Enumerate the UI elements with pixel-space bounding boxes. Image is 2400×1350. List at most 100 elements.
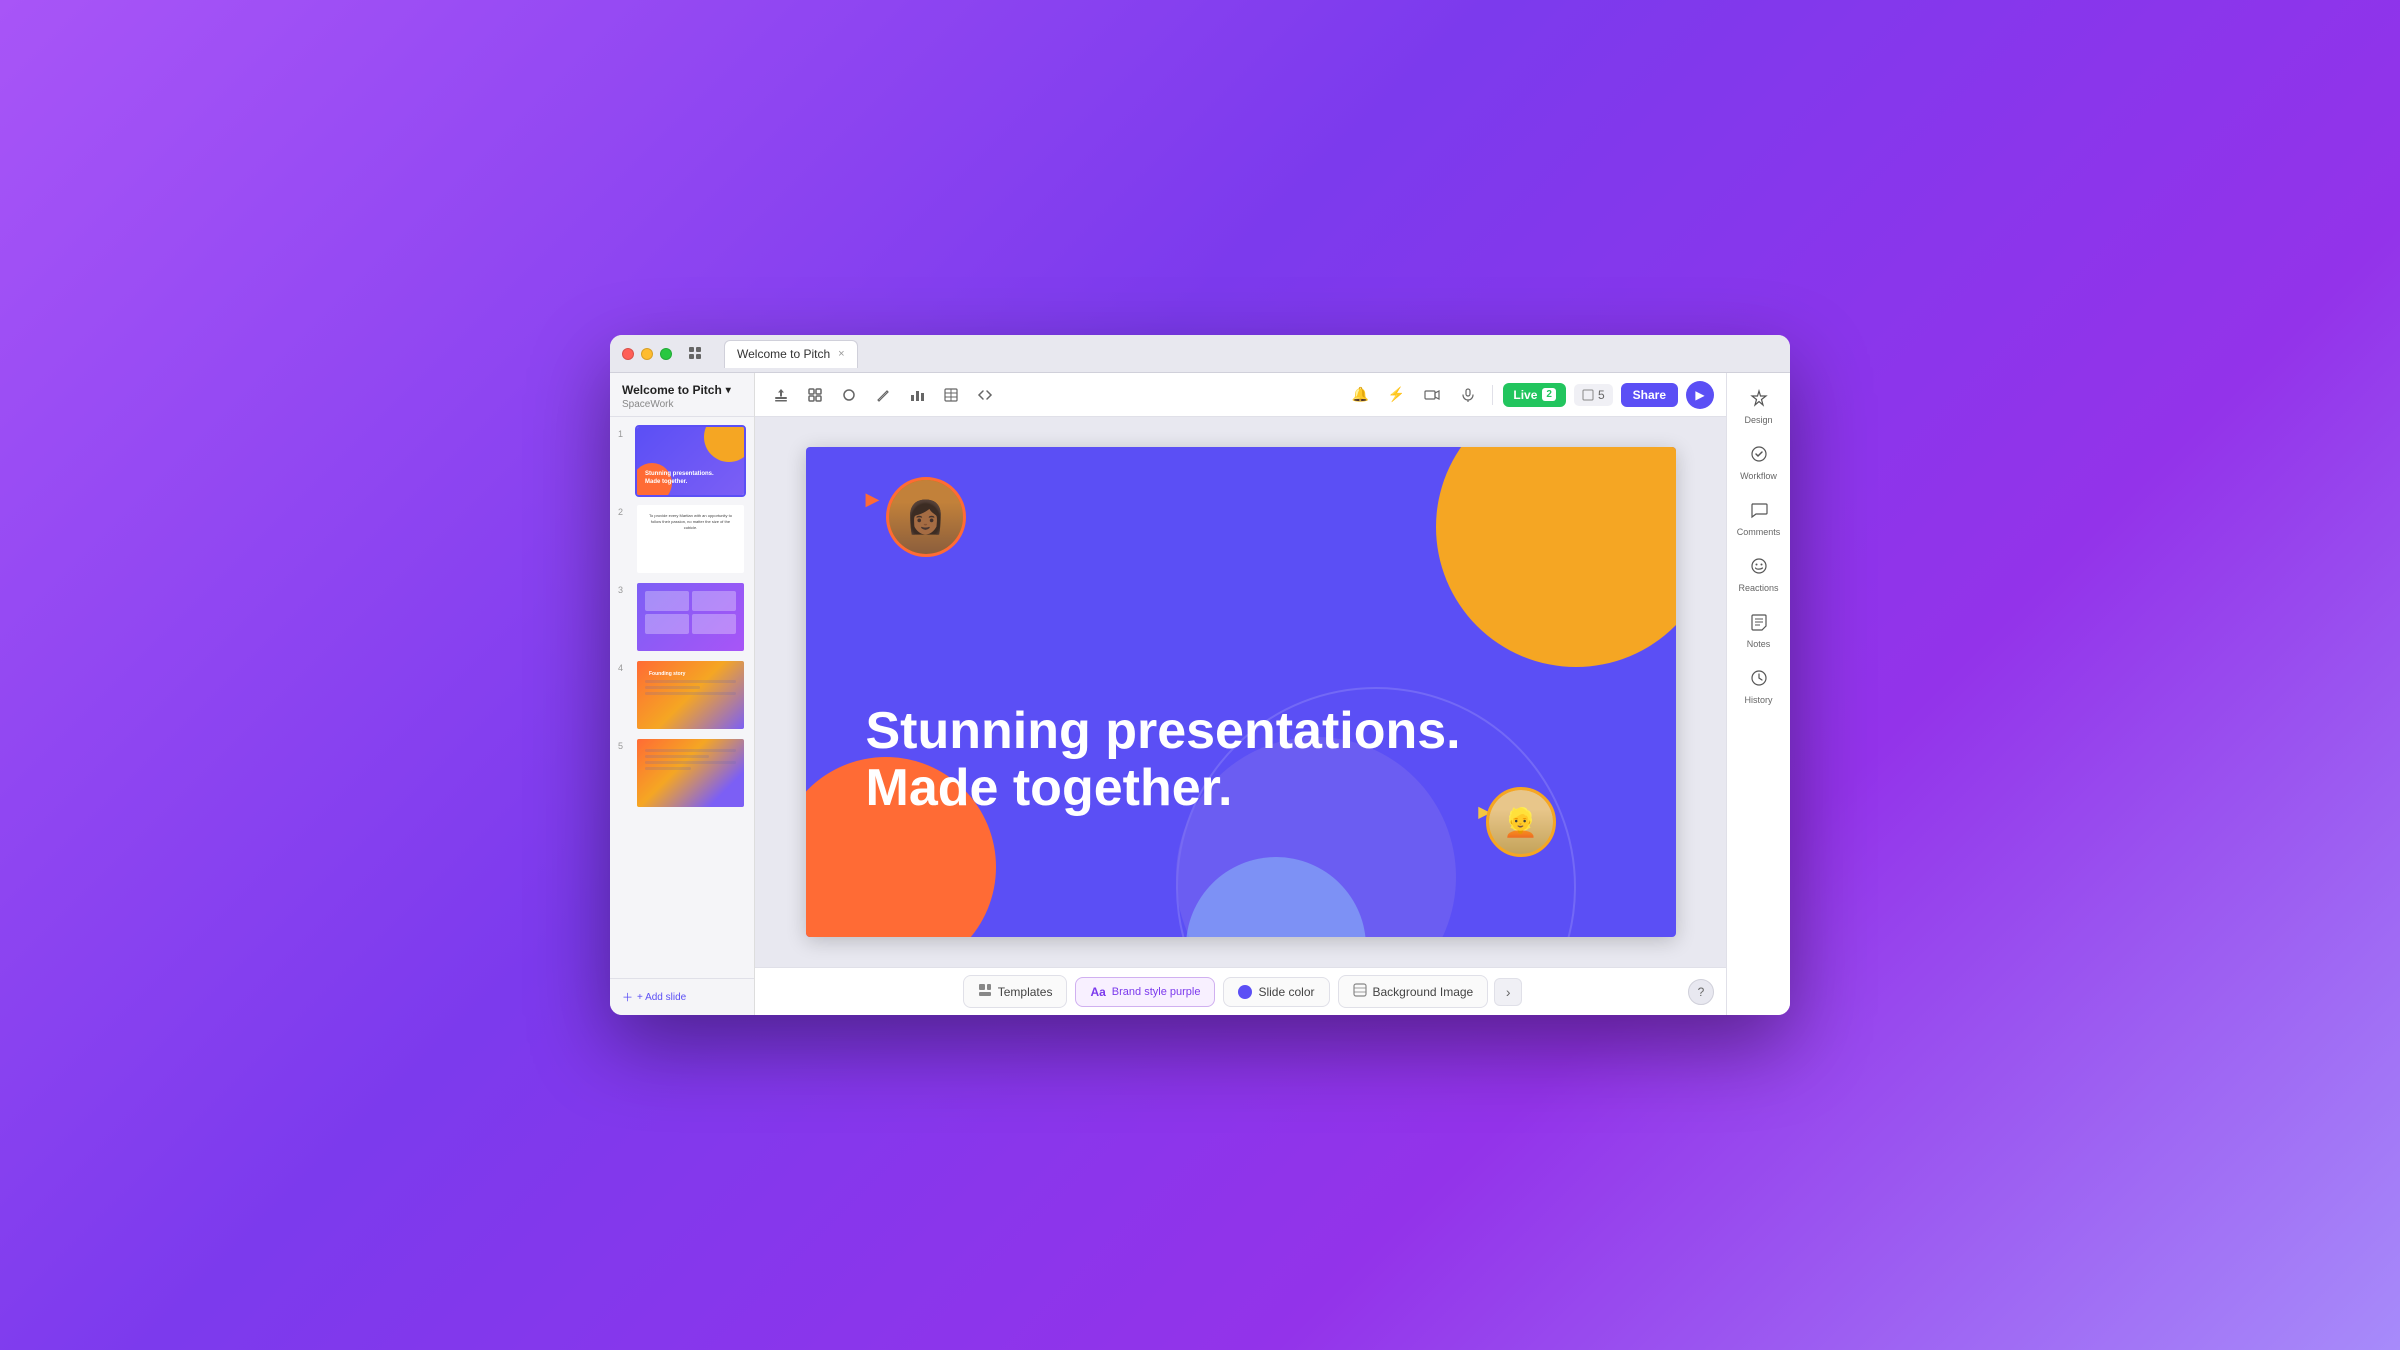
upload-icon[interactable] — [767, 381, 795, 409]
avatar-bottom: 👱 — [1486, 787, 1556, 857]
slide-thumbnail-4[interactable]: Founding story — [635, 659, 746, 731]
brand-style-label: Brand style purple — [1112, 986, 1201, 998]
templates-button[interactable]: Templates — [963, 975, 1068, 1008]
help-button[interactable]: ? — [1688, 979, 1714, 1005]
reactions-button[interactable]: Reactions — [1733, 549, 1785, 601]
workspace-label: SpaceWork — [622, 399, 742, 410]
design-button[interactable]: Design — [1733, 381, 1785, 433]
slide-canvas-wrapper: ▶ ▶ 👩🏾 Stunning presentations. Made toge… — [755, 417, 1726, 967]
cursor-arrow-1: ▶ — [866, 489, 880, 510]
notes-icon — [1750, 613, 1768, 636]
slide-thumb-bg-5 — [637, 739, 744, 807]
slide-thumbnail-1[interactable]: Stunning presentations.Made together. — [635, 425, 746, 497]
comments-icon — [1750, 501, 1768, 524]
slides-list: 1 Stunning presentations.Made together. … — [610, 417, 754, 978]
slide-thumbnail-3[interactable] — [635, 581, 746, 653]
mic-icon[interactable] — [1454, 381, 1482, 409]
history-label: History — [1744, 695, 1772, 705]
grid-icon[interactable] — [684, 342, 708, 366]
tab-label: Welcome to Pitch — [737, 347, 830, 361]
close-button[interactable] — [622, 348, 634, 360]
slide-thumbnail-2[interactable]: To provide every Martian with an opportu… — [635, 503, 746, 575]
slide-number-2: 2 — [618, 503, 630, 517]
active-tab[interactable]: Welcome to Pitch × — [724, 340, 858, 368]
slide-canvas[interactable]: ▶ ▶ 👩🏾 Stunning presentations. Made toge… — [806, 447, 1676, 937]
toolbar-right: 🔔 ⚡ — [1346, 381, 1714, 409]
comments-button[interactable]: Comments — [1733, 493, 1785, 545]
shapes-icon[interactable] — [835, 381, 863, 409]
thumb-grid-cell — [645, 614, 689, 634]
tab-close-icon[interactable]: × — [838, 348, 844, 360]
thumb-text-2: To provide every Martian with an opportu… — [645, 513, 736, 531]
embed-icon[interactable] — [971, 381, 999, 409]
chevron-down-icon: ▾ — [726, 385, 731, 396]
list-item: 5 — [618, 737, 746, 809]
avatar-face-1: 👩🏾 — [889, 480, 963, 554]
slide-text-line1: Stunning presentations. — [866, 703, 1616, 760]
reactions-icon — [1750, 557, 1768, 580]
list-item: 3 — [618, 581, 746, 653]
workflow-icon — [1750, 445, 1768, 468]
slide-thumbnail-5[interactable] — [635, 737, 746, 809]
plus-icon: ＋ — [622, 989, 633, 1005]
slide-thumb-bg-2: To provide every Martian with an opportu… — [637, 505, 744, 573]
thumb-grid-cell — [645, 591, 689, 611]
workflow-button[interactable]: Workflow — [1733, 437, 1785, 489]
list-item: 4 Founding story — [618, 659, 746, 731]
avatar-face-2: 👱 — [1489, 790, 1553, 854]
top-toolbar: 🔔 ⚡ — [755, 373, 1726, 417]
separator — [1492, 385, 1493, 405]
decoration-yellow-circle — [1436, 447, 1676, 667]
history-icon — [1750, 669, 1768, 692]
sidebar-header: Welcome to Pitch ▾ SpaceWork — [610, 373, 754, 417]
minimize-button[interactable] — [641, 348, 653, 360]
video-icon[interactable] — [1418, 381, 1446, 409]
bolt-icon[interactable]: ⚡ — [1382, 381, 1410, 409]
share-button[interactable]: Share — [1621, 383, 1678, 407]
traffic-lights — [622, 348, 672, 360]
thumb-grid-cell — [692, 591, 736, 611]
slide-count-number: 5 — [1598, 388, 1605, 402]
live-count: 2 — [1542, 388, 1556, 401]
title-bar: Welcome to Pitch × — [610, 335, 1790, 373]
design-label: Design — [1744, 415, 1772, 425]
editor-area: 🔔 ⚡ — [755, 373, 1726, 1015]
maximize-button[interactable] — [660, 348, 672, 360]
thumb-lines-5 — [637, 739, 744, 780]
chart-icon[interactable] — [903, 381, 931, 409]
slide-thumb-bg-4: Founding story — [637, 661, 744, 729]
slide-thumb-bg-3 — [637, 583, 744, 651]
live-button[interactable]: Live 2 — [1503, 383, 1566, 407]
pen-icon[interactable] — [869, 381, 897, 409]
design-icon — [1750, 389, 1768, 412]
frame-icon[interactable] — [801, 381, 829, 409]
thumb-text-1: Stunning presentations.Made together. — [645, 471, 714, 487]
slide-count-display: 5 — [1574, 384, 1613, 406]
templates-icon — [978, 983, 992, 1000]
slide-number-1: 1 — [618, 425, 630, 439]
add-slide-button[interactable]: ＋ + Add slide — [610, 978, 754, 1015]
slide-number-4: 4 — [618, 659, 630, 673]
slide-color-dot — [1238, 985, 1252, 999]
expand-button[interactable]: › — [1494, 978, 1522, 1006]
table-icon[interactable] — [937, 381, 965, 409]
bell-icon[interactable]: 🔔 — [1346, 381, 1374, 409]
main-area: Welcome to Pitch ▾ SpaceWork 1 Stunning … — [610, 373, 1790, 1015]
avatar-top: 👩🏾 — [886, 477, 966, 557]
brand-style-icon: Aa — [1090, 985, 1105, 999]
background-image-label: Background Image — [1373, 985, 1474, 999]
thumb-circle-yellow — [704, 425, 746, 462]
notes-button[interactable]: Notes — [1733, 605, 1785, 657]
comments-label: Comments — [1737, 527, 1781, 537]
presentation-title[interactable]: Welcome to Pitch ▾ — [622, 383, 742, 397]
history-button[interactable]: History — [1733, 661, 1785, 713]
play-button[interactable]: ▶ — [1686, 381, 1714, 409]
live-label: Live — [1513, 388, 1537, 402]
slides-panel: Welcome to Pitch ▾ SpaceWork 1 Stunning … — [610, 373, 755, 1015]
slide-color-button[interactable]: Slide color — [1223, 977, 1329, 1007]
brand-style-button[interactable]: Aa Brand style purple — [1075, 977, 1215, 1007]
slide-thumb-bg-1: Stunning presentations.Made together. — [637, 427, 744, 495]
templates-label: Templates — [998, 985, 1053, 999]
slide-color-label: Slide color — [1258, 985, 1314, 999]
background-image-button[interactable]: Background Image — [1338, 975, 1489, 1008]
